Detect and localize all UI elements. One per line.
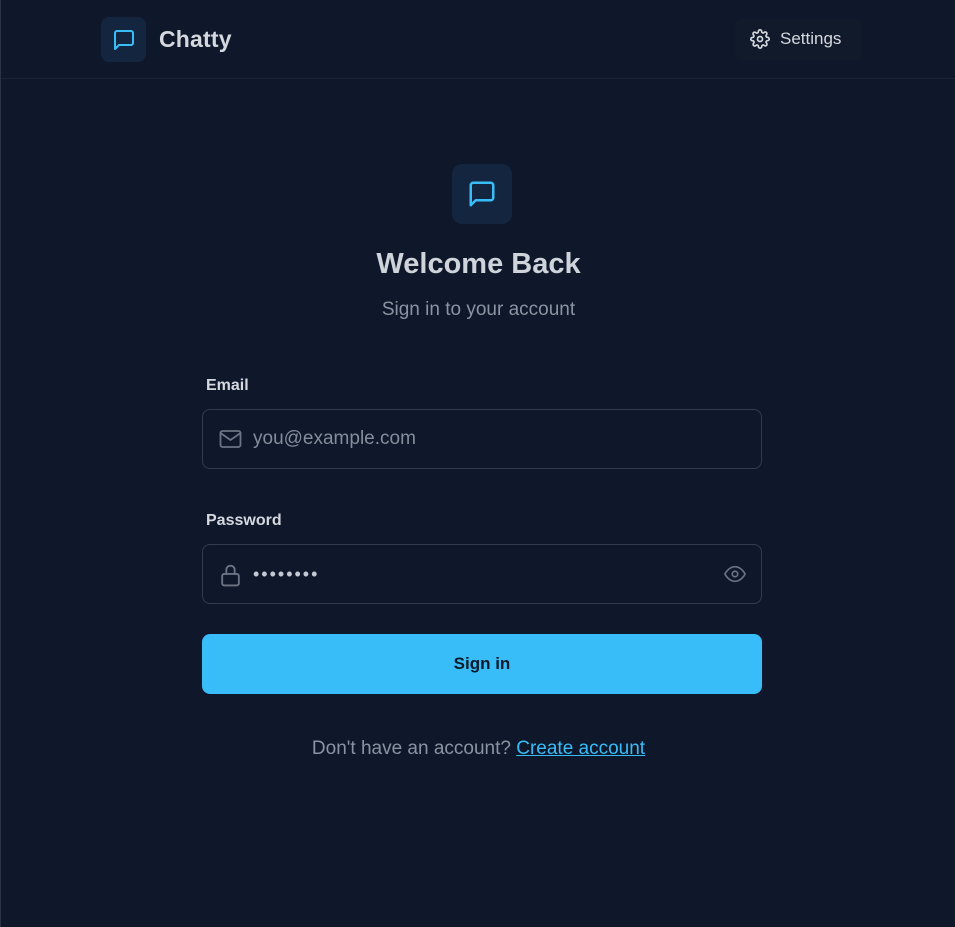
app-name: Chatty	[159, 26, 232, 52]
password-label: Password	[206, 512, 282, 529]
sign-in-button[interactable]: Sign in	[202, 634, 762, 694]
chat-bubble-icon	[469, 181, 495, 207]
eye-icon[interactable]	[723, 563, 747, 585]
hero-logo	[452, 164, 512, 224]
signup-prompt: Don't have an account? Create account	[1, 738, 955, 760]
top-bar: Chatty Settings	[1, 0, 955, 79]
create-account-link[interactable]: Create account	[516, 738, 645, 759]
gear-icon	[750, 29, 770, 49]
password-field-container	[202, 544, 762, 604]
email-label: Email	[206, 377, 249, 394]
settings-label: Settings	[780, 29, 842, 48]
brand[interactable]: Chatty	[101, 17, 232, 62]
page-subtitle: Sign in to your account	[381, 299, 576, 320]
signup-prompt-text: Don't have an account?	[311, 738, 511, 759]
email-input[interactable]	[253, 410, 713, 468]
password-input[interactable]	[253, 545, 713, 603]
settings-button[interactable]: Settings	[735, 18, 862, 60]
lock-icon	[221, 564, 240, 587]
email-field-container	[202, 409, 762, 469]
chat-bubble-icon	[113, 29, 134, 50]
mail-icon	[219, 430, 242, 448]
brand-logo	[101, 17, 146, 62]
page-title: Welcome Back	[376, 248, 581, 280]
